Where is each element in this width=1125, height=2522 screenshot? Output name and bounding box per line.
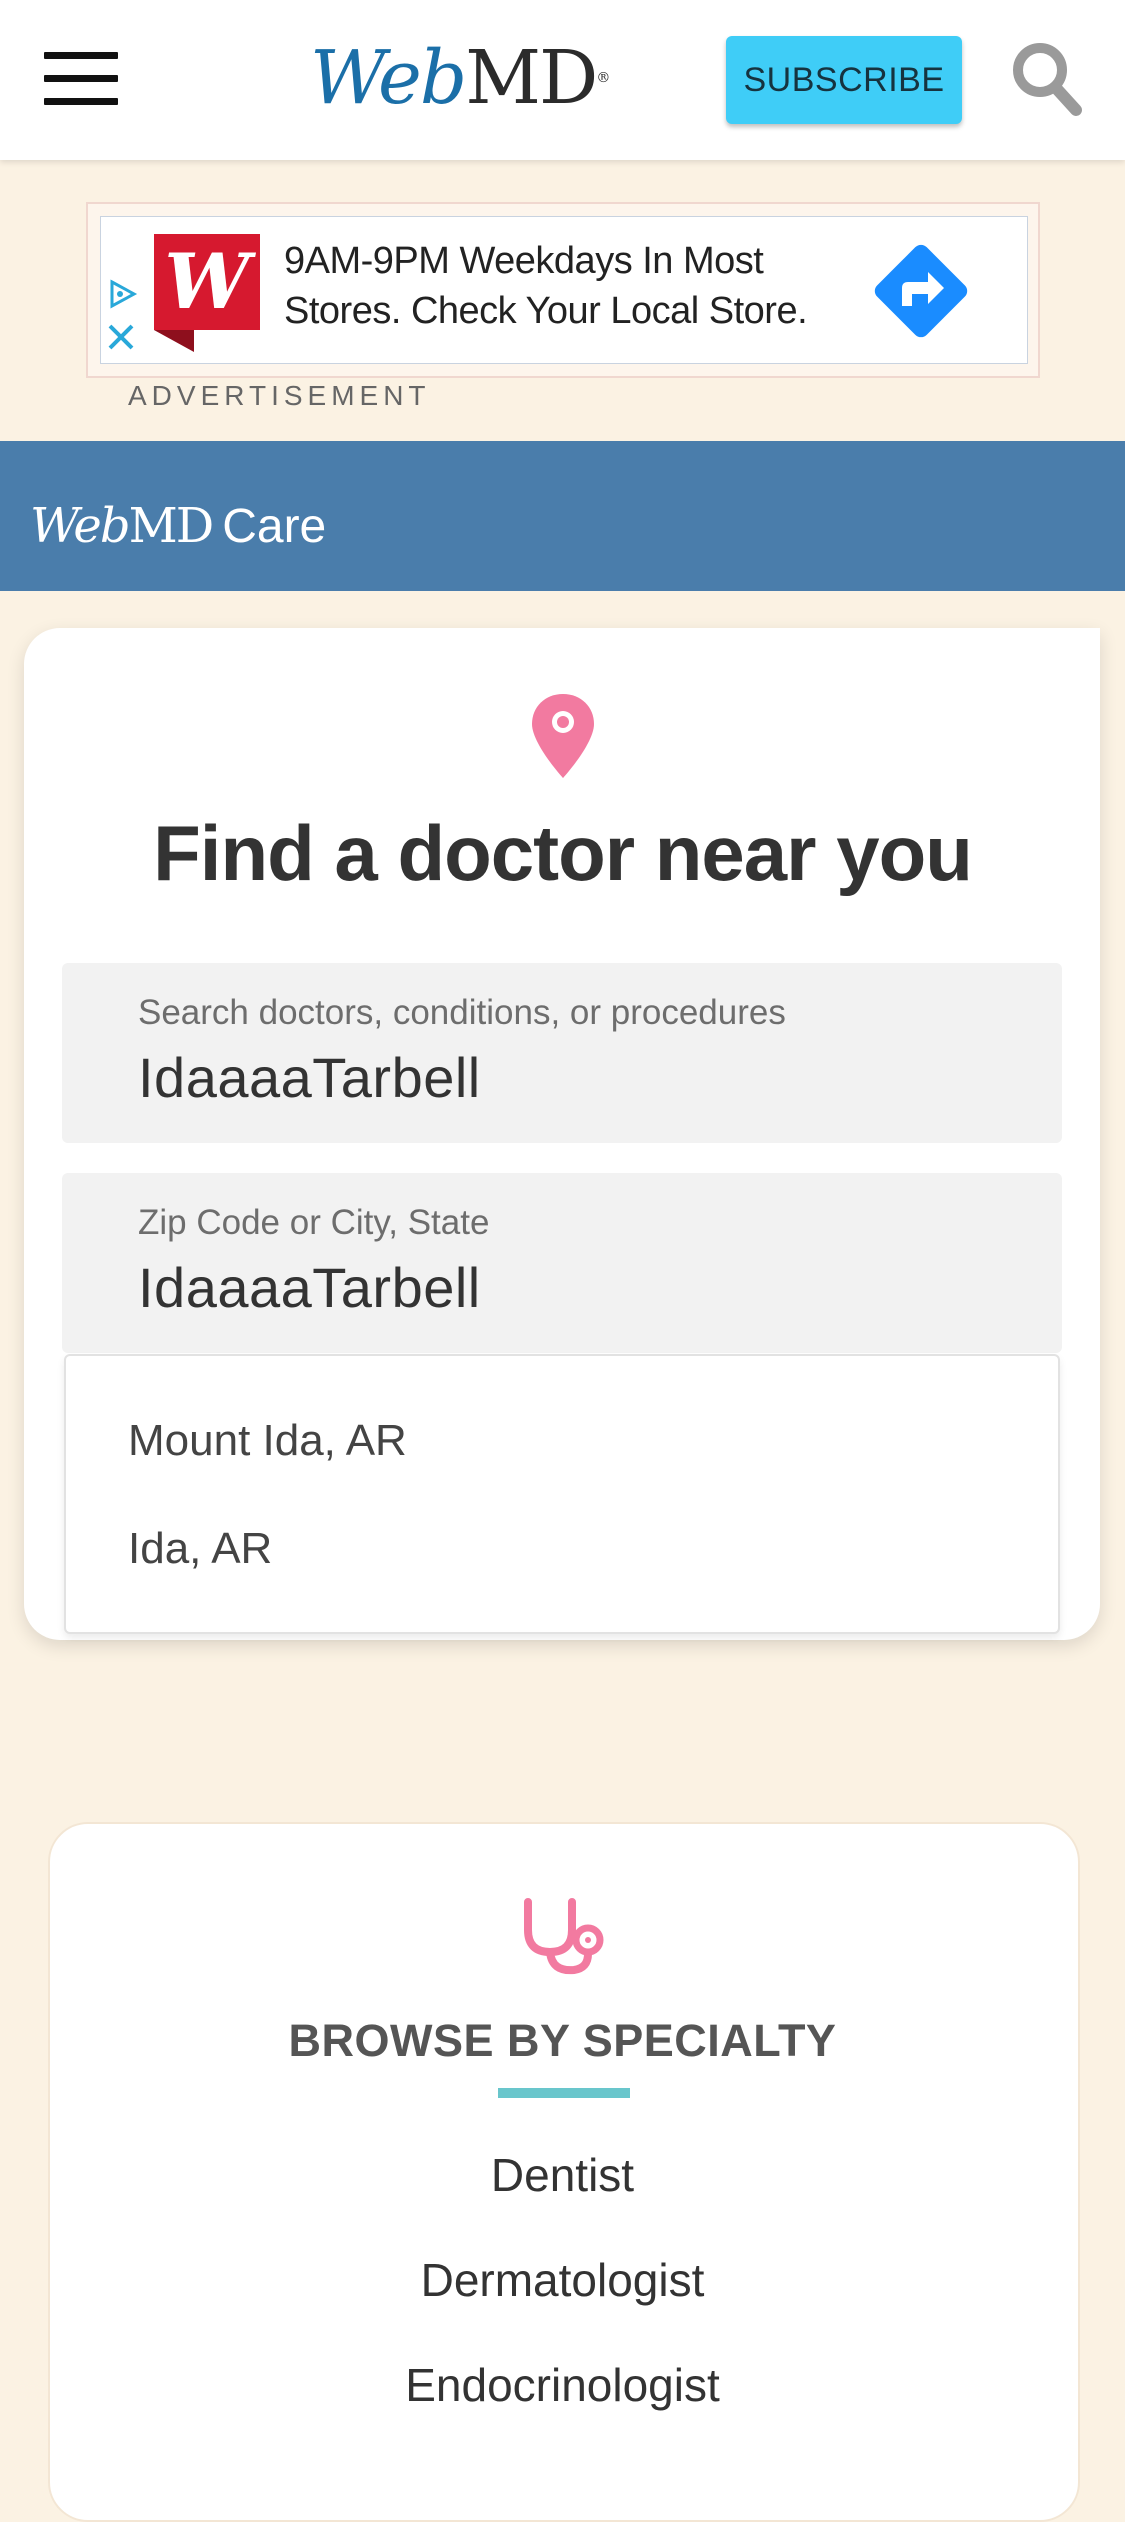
title-underline bbox=[498, 2088, 630, 2098]
webmd-care-logo[interactable]: WebMD Care bbox=[30, 498, 326, 555]
webmd-logo[interactable]: WebMD® bbox=[310, 35, 610, 121]
specialty-link[interactable]: Dermatologist bbox=[0, 2253, 1125, 2307]
site-header: WebMD® SUBSCRIBE bbox=[0, 0, 1125, 160]
directions-arrow-icon[interactable] bbox=[868, 238, 974, 344]
search-doctors-input[interactable]: Search doctors, conditions, or procedure… bbox=[62, 963, 1062, 1143]
search-doctors-label: Search doctors, conditions, or procedure… bbox=[138, 993, 786, 1032]
location-input[interactable]: Zip Code or City, State IdaaaaTarbell bbox=[62, 1173, 1062, 1353]
location-pin-icon bbox=[532, 694, 594, 778]
location-value[interactable]: IdaaaaTarbell bbox=[138, 1255, 481, 1320]
search-doctors-value[interactable]: IdaaaaTarbell bbox=[138, 1045, 481, 1110]
location-label: Zip Code or City, State bbox=[138, 1203, 490, 1242]
ad-text[interactable]: 9AM-9PM Weekdays In Most Stores. Check Y… bbox=[284, 236, 864, 336]
suggestion-item[interactable]: Ida, AR bbox=[128, 1524, 272, 1574]
find-doctor-title: Find a doctor near you bbox=[153, 809, 973, 897]
specialty-link[interactable]: Dentist bbox=[0, 2148, 1125, 2202]
logo-web-text: Web bbox=[310, 35, 467, 121]
care-logo-web: Web bbox=[30, 498, 131, 554]
adchoices-icon[interactable] bbox=[106, 276, 140, 356]
browse-specialty-title: BROWSE BY SPECIALTY bbox=[288, 2015, 837, 2066]
stethoscope-icon bbox=[524, 1898, 604, 1975]
walgreens-logo-icon: W bbox=[154, 234, 260, 352]
subscribe-button[interactable]: SUBSCRIBE bbox=[726, 36, 962, 124]
logo-registered-mark: ® bbox=[596, 70, 610, 86]
advertisement-label: ADVERTISEMENT bbox=[128, 380, 431, 411]
search-icon[interactable] bbox=[1010, 40, 1082, 116]
location-suggestions-dropdown: Mount Ida, AR Ida, AR bbox=[64, 1354, 1060, 1634]
logo-md-text: MD bbox=[465, 35, 598, 121]
hamburger-menu-icon[interactable] bbox=[44, 52, 118, 105]
svg-text:W: W bbox=[164, 237, 256, 326]
specialty-link[interactable]: Endocrinologist bbox=[0, 2358, 1125, 2412]
care-logo-md: MD bbox=[128, 498, 215, 554]
care-logo-care: Care bbox=[222, 500, 327, 553]
suggestion-item[interactable]: Mount Ida, AR bbox=[128, 1416, 407, 1466]
